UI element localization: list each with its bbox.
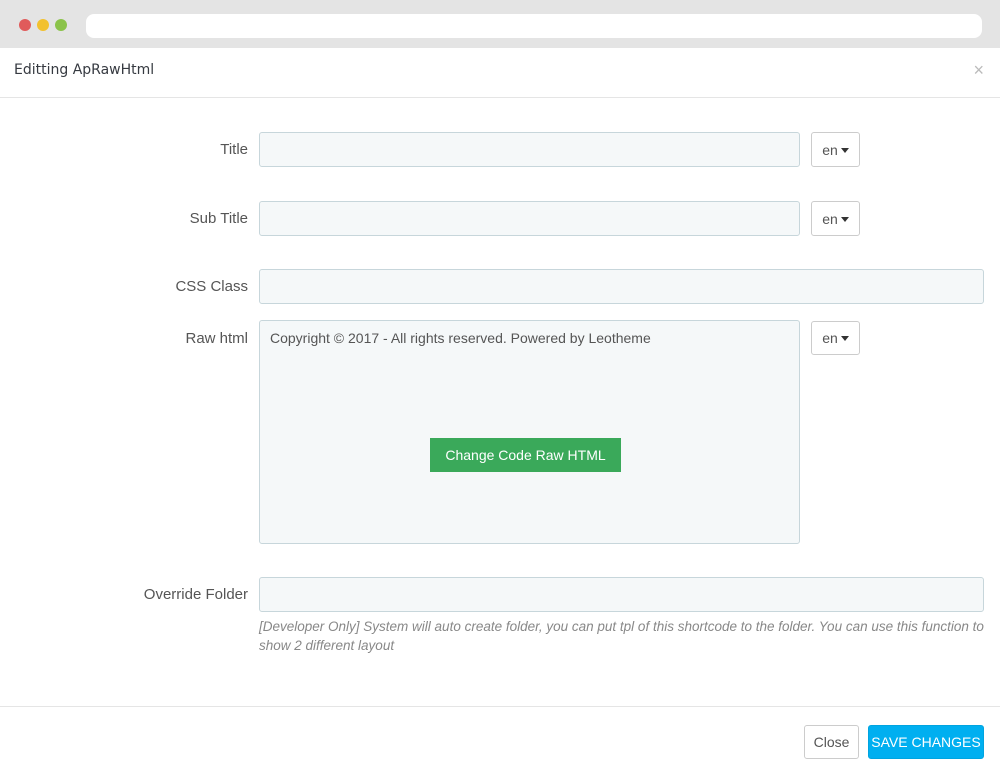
subtitle-label: Sub Title	[189, 210, 248, 227]
title-input[interactable]	[259, 132, 800, 167]
save-changes-button[interactable]: SAVE CHANGES	[868, 725, 984, 759]
raw-html-lang-label: en	[822, 330, 838, 346]
close-button[interactable]: Close	[804, 725, 859, 759]
raw-html-label: Raw html	[185, 330, 248, 347]
override-folder-input[interactable]	[259, 577, 984, 612]
browser-chrome	[0, 0, 1000, 48]
modal-title: Editting ApRawHtml	[14, 62, 155, 78]
subtitle-lang-dropdown[interactable]: en	[811, 201, 860, 236]
address-bar[interactable]	[86, 14, 982, 38]
css-class-input[interactable]	[259, 269, 984, 304]
caret-down-icon	[840, 336, 849, 341]
change-code-button[interactable]: Change Code Raw HTML	[430, 438, 621, 472]
raw-html-content: Copyright © 2017 - All rights reserved. …	[270, 330, 651, 346]
override-folder-help: [Developer Only] System will auto create…	[259, 619, 984, 653]
window-minimize-dot[interactable]	[37, 19, 49, 31]
caret-down-icon	[840, 216, 849, 222]
raw-html-lang-dropdown[interactable]: en	[811, 321, 860, 355]
subtitle-input[interactable]	[259, 201, 800, 236]
title-label: Title	[220, 141, 248, 158]
modal-header: Editting ApRawHtml ×	[0, 48, 1000, 98]
caret-down-icon	[840, 147, 849, 153]
raw-html-field[interactable]: Copyright © 2017 - All rights reserved. …	[259, 320, 800, 544]
modal-footer: Close SAVE CHANGES	[0, 706, 1000, 773]
title-lang-label: en	[822, 141, 838, 158]
css-class-label: CSS Class	[175, 278, 248, 295]
override-folder-label: Override Folder	[143, 586, 248, 603]
close-icon[interactable]: ×	[973, 60, 984, 81]
subtitle-lang-label: en	[822, 210, 838, 227]
window-close-dot[interactable]	[19, 19, 31, 31]
window-maximize-dot[interactable]	[55, 19, 67, 31]
title-lang-dropdown[interactable]: en	[811, 132, 860, 167]
